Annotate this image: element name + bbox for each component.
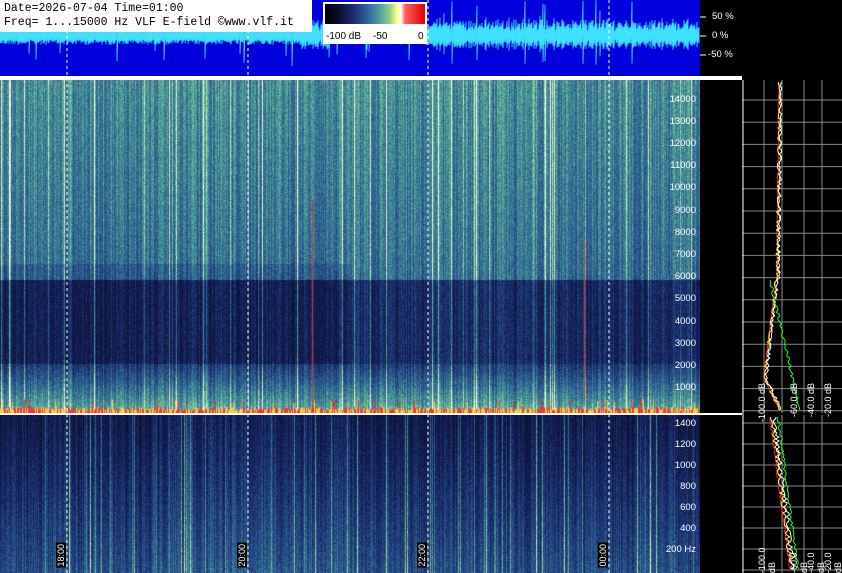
freq-label: 1000 [674,382,696,393]
db-label-lower: -20.0 dB [823,552,842,573]
frequency-ticks [742,80,744,573]
freq-label: 9000 [674,205,696,216]
time-label-18: 18:00 [56,543,66,568]
db-label-upper: -100.0 dB [757,383,767,423]
db-label-upper: -60.0 dB [789,383,799,418]
time-label-20: 20:00 [237,543,247,568]
freq-label: 12000 [669,138,696,149]
freq-label: 2000 [674,360,696,371]
freq-label: 3000 [674,338,696,349]
freq-label: 11000 [670,160,696,171]
amplitude-label-plus50: 50 % [712,11,734,22]
freq-label: 7000 [674,249,696,260]
freq-label: 1200 [674,439,696,450]
freq-label: 200 Hz [665,544,696,555]
freq-label: 13000 [669,116,696,127]
freq-label: 1400 [674,418,696,429]
freq-label: 4000 [674,316,696,327]
amplitude-axis-ticks [700,16,706,56]
freq-label: 10000 [669,182,696,193]
freq-label: 600 [680,502,696,513]
spectrum-curve-red [763,81,780,411]
freq-label: 800 [680,481,696,492]
freq-label: 400 [680,523,696,534]
average-spectrum-panel [742,80,842,573]
time-label-22: 22:00 [417,543,427,568]
freq-label: 1000 [674,460,696,471]
amplitude-label-minus50: -50 % [708,49,733,60]
time-label-00: 00:00 [598,543,608,568]
db-label-lower: -100.0 dB [757,547,777,573]
time-grid [66,0,610,573]
freq-label: 6000 [674,271,696,282]
db-label-upper: -40.0 dB [806,383,816,418]
amplitude-label-zero: 0 % [712,30,729,41]
spectrum-grid [742,80,842,573]
freq-label: 8000 [674,227,696,238]
vlf-spectrogram-screen: Date=2026-07-04 Time=01:00 Freq= 1...150… [0,0,842,573]
db-label-upper: -20.0 dB [823,383,833,418]
freq-label: 14000 [669,94,696,105]
freq-label: 5000 [674,293,696,304]
